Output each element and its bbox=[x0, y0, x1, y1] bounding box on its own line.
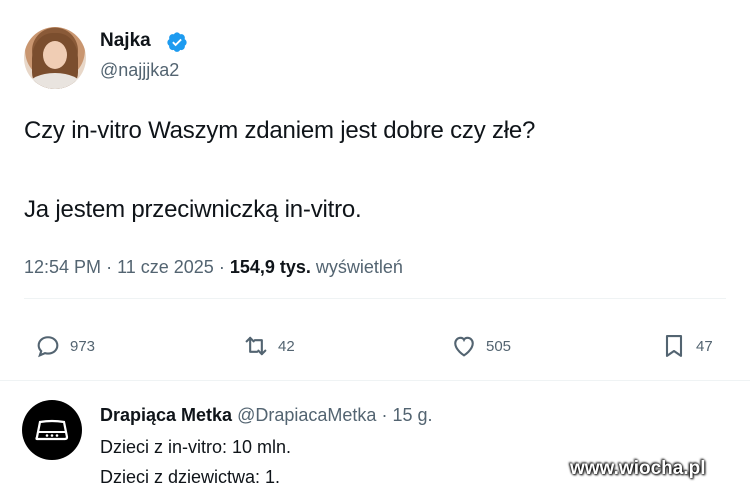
views-label: wyświetleń bbox=[315, 257, 403, 277]
reply-button[interactable]: 973 bbox=[34, 332, 95, 360]
tweet-text-line-2: Ja jestem przeciwniczką in-vitro. bbox=[24, 196, 362, 223]
bookmark-count: 47 bbox=[696, 337, 713, 355]
tweet-text-line-1: Czy in-vitro Waszym zdaniem jest dobre c… bbox=[24, 117, 536, 144]
reply-count: 973 bbox=[70, 337, 96, 355]
author-name[interactable]: Najka bbox=[100, 30, 151, 52]
like-count: 505 bbox=[486, 337, 512, 355]
divider bbox=[24, 298, 726, 299]
views-count: 154,9 tys. bbox=[229, 257, 311, 277]
reply-avatar[interactable] bbox=[22, 400, 82, 460]
tweet-time[interactable]: 12:54 PM bbox=[24, 257, 101, 277]
avatar-face bbox=[43, 41, 67, 69]
verified-badge-icon bbox=[167, 32, 187, 52]
watermark: www.wiocha.pl bbox=[570, 458, 706, 479]
reply-text-line-1: Dzieci z in-vitro: 10 mln. bbox=[100, 437, 292, 457]
reply-author-name[interactable]: Drapiąca Metka bbox=[100, 405, 232, 425]
retweet-icon bbox=[245, 336, 267, 356]
reply-text-line-2: Dzieci z dziewictwa: 1. bbox=[100, 467, 281, 487]
author-handle[interactable]: @najjjka2 bbox=[100, 60, 179, 81]
bookmark-button[interactable]: 47 bbox=[660, 332, 713, 360]
heart-icon bbox=[454, 336, 474, 357]
tweet: Najka @najjjka2 Czy in-vitro Waszym zdan… bbox=[0, 0, 750, 378]
meta-separator: · bbox=[106, 257, 118, 277]
tweet-meta: 12:54 PM · 11 cze 2025 · 154,9 tys. wyśw… bbox=[24, 257, 403, 278]
tweet-date[interactable]: 11 cze 2025 bbox=[117, 257, 214, 277]
meta-separator: · bbox=[218, 257, 230, 277]
reply-author-handle[interactable]: @DrapiacaMetka bbox=[237, 405, 376, 425]
retweet-count: 42 bbox=[278, 337, 295, 355]
meta-separator: · bbox=[381, 405, 393, 425]
reply-age[interactable]: 15 g. bbox=[392, 405, 432, 425]
retweet-button[interactable]: 42 bbox=[242, 332, 295, 360]
avatar[interactable] bbox=[24, 27, 86, 89]
divider bbox=[0, 380, 750, 381]
reply-icon bbox=[37, 336, 59, 358]
reply-header: Drapiąca Metka @DrapiacaMetka · 15 g. bbox=[100, 405, 432, 426]
iron-icon bbox=[35, 419, 69, 441]
like-button[interactable]: 505 bbox=[450, 332, 511, 360]
bookmark-icon bbox=[665, 335, 683, 357]
